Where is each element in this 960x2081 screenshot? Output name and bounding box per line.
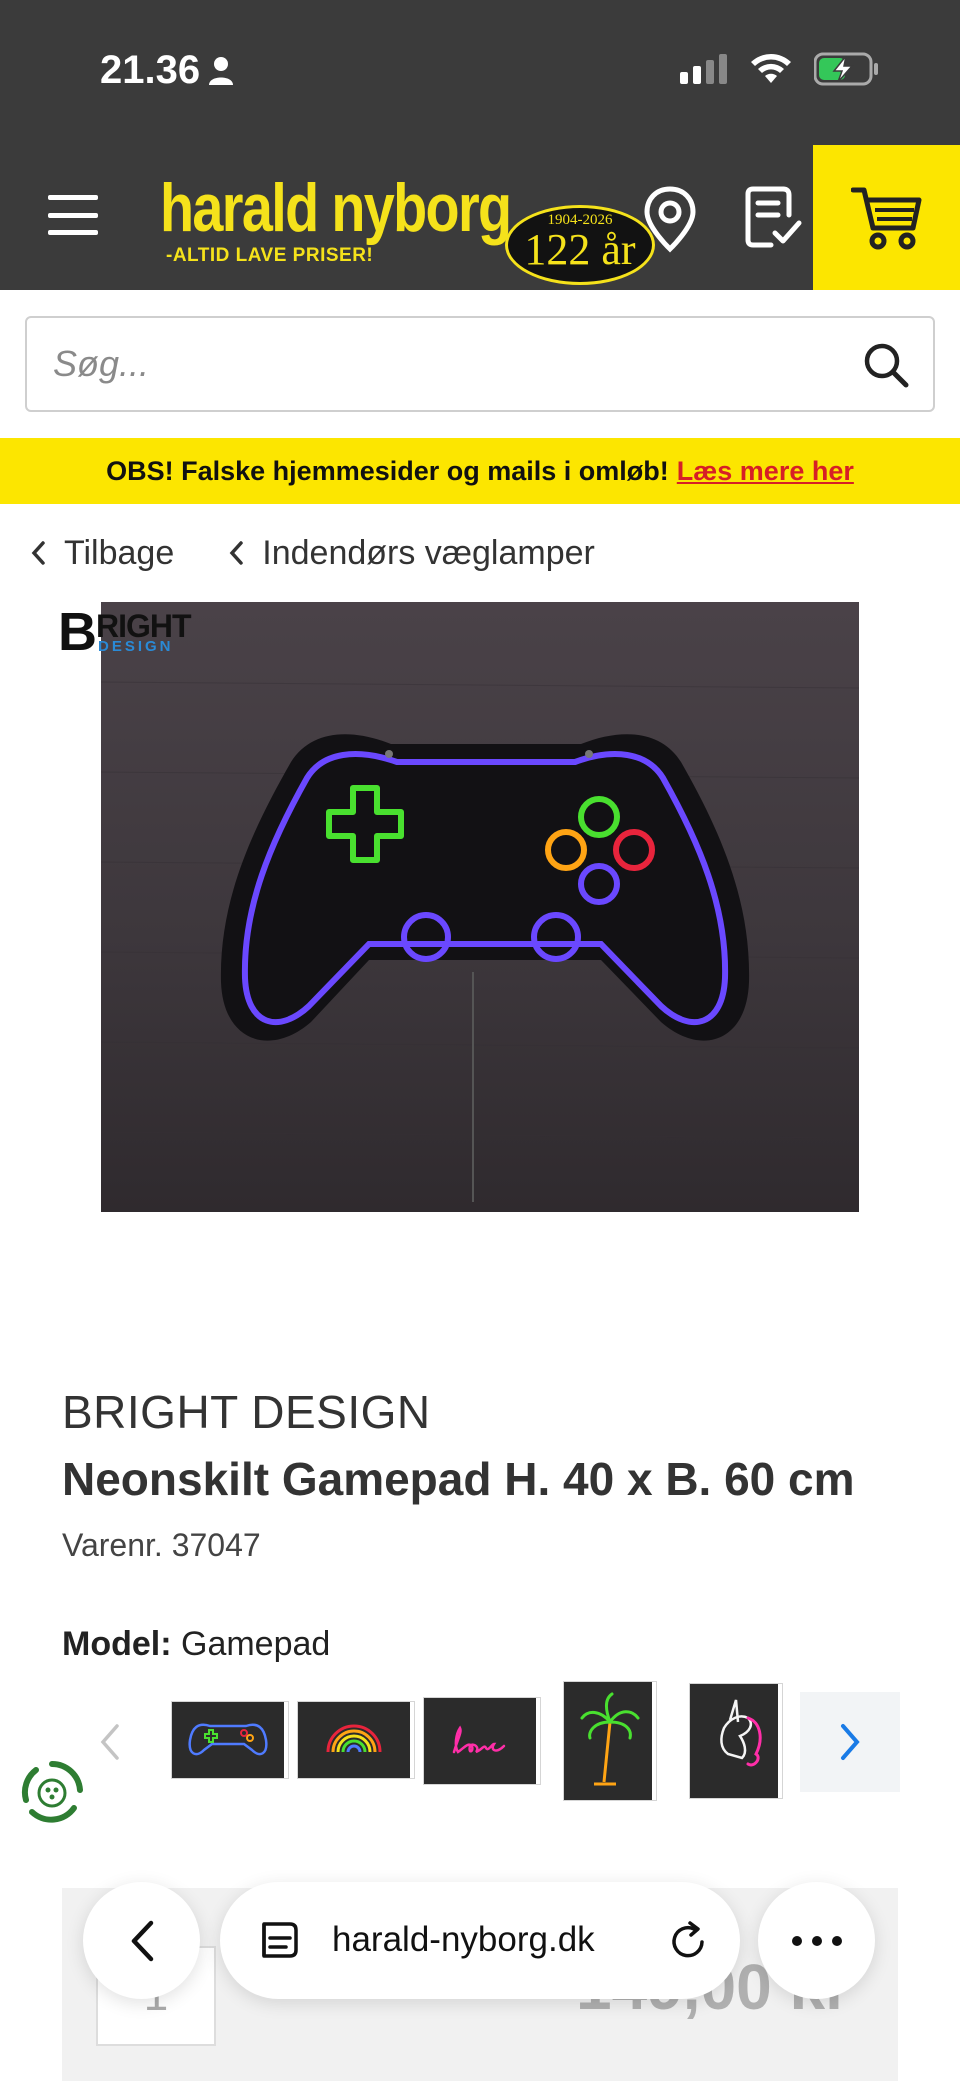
battery-charging-icon <box>814 52 878 86</box>
address-bar[interactable]: harald-nyborg.dk <box>220 1882 740 1999</box>
neon-gamepad-illustration <box>101 681 859 1202</box>
breadcrumb-back[interactable]: Tilbage <box>30 534 174 573</box>
person-icon <box>209 56 234 85</box>
variant-carousel <box>90 1682 900 1800</box>
gamepad-thumb-image <box>188 1723 268 1756</box>
status-time: 21.36 <box>100 48 234 93</box>
breadcrumb-category[interactable]: Indendørs væglamper <box>228 534 595 573</box>
variant-thumb-unicorn[interactable] <box>690 1684 782 1798</box>
logo-letter: B <box>58 602 97 662</box>
reload-icon[interactable] <box>668 1920 710 1962</box>
variant-thumb-gamepad[interactable] <box>172 1702 288 1778</box>
variant-thumb-palm[interactable] <box>564 1682 656 1800</box>
chevron-left-icon <box>131 1920 153 1961</box>
variant-thumb-love[interactable] <box>424 1698 540 1784</box>
browser-back-button[interactable] <box>83 1882 200 1999</box>
anniversary-badge: 1904-2026 122 år <box>505 205 655 285</box>
cellular-signal-icon <box>680 54 727 84</box>
bright-design-logo: B RIGHT DESIGN <box>58 602 218 662</box>
chevron-left-icon <box>31 541 45 565</box>
notice-text: OBS! Falske hjemmesider og mails i omløb… <box>106 455 669 486</box>
status-indicators <box>680 52 880 86</box>
url-text: harald-nyborg.dk <box>332 1920 595 1959</box>
wifi-icon <box>751 54 791 83</box>
search-bar <box>25 316 935 412</box>
recycle-icon[interactable] <box>18 1758 86 1826</box>
carousel-next-button[interactable] <box>800 1692 900 1792</box>
more-dots-icon <box>791 1935 842 1946</box>
variant-thumb-rainbow[interactable] <box>298 1702 414 1778</box>
carousel-prev-button[interactable] <box>90 1712 130 1772</box>
breadcrumb-label: Indendørs væglamper <box>262 533 595 572</box>
clock-text: 21.36 <box>100 48 201 92</box>
chevron-left-icon <box>229 541 244 565</box>
site-header: harald nyborg -ALTID LAVE PRISER! 1904-2… <box>0 145 960 290</box>
model-label: Model: <box>62 1625 172 1663</box>
search-input[interactable] <box>27 318 847 410</box>
top-bar: 21.36 harald nyborg -ALTID LAVE PRISER! <box>0 0 960 290</box>
model-selection: Model: Gamepad <box>62 1625 330 1664</box>
browser-toolbar: harald-nyborg.dk <box>0 1878 960 2008</box>
product-brand[interactable]: BRIGHT DESIGN <box>62 1385 431 1439</box>
shopping-list-icon[interactable] <box>743 185 803 249</box>
love-thumb-image <box>452 1725 506 1754</box>
menu-icon[interactable] <box>48 195 98 235</box>
rainbow-thumb-image <box>326 1724 382 1753</box>
breadcrumb-label: Tilbage <box>64 533 175 572</box>
browser-more-button[interactable] <box>758 1882 875 1999</box>
model-value: Gamepad <box>181 1625 331 1663</box>
unicorn-thumb-image <box>720 1699 762 1767</box>
chevron-right-icon <box>841 1724 860 1760</box>
cart-button[interactable] <box>813 145 960 290</box>
shopping-cart-icon <box>850 187 921 249</box>
palm-thumb-image <box>580 1692 640 1786</box>
product-sku: Varenr. 37047 <box>62 1527 261 1563</box>
product-title: Neonskilt Gamepad H. 40 x B. 60 cm <box>62 1453 855 1505</box>
search-icon[interactable] <box>861 340 911 390</box>
read-more-link[interactable]: Læs mere her <box>677 456 854 487</box>
tab-list-icon <box>262 1922 298 1958</box>
logo-design: DESIGN <box>98 638 174 655</box>
harald-nyborg-logo[interactable]: harald nyborg -ALTID LAVE PRISER! 1904-2… <box>160 169 660 285</box>
chevron-left-icon <box>100 1724 119 1760</box>
location-pin-icon[interactable] <box>640 185 700 253</box>
logo-tagline: -ALTID LAVE PRISER! <box>166 245 374 266</box>
fraud-warning-banner: OBS! Falske hjemmesider og mails i omløb… <box>0 438 960 504</box>
logo-wordmark: harald nyborg <box>160 170 512 246</box>
breadcrumb: Tilbage Indendørs væglamper <box>30 528 649 578</box>
product-image[interactable] <box>101 602 859 1212</box>
badge-number: 122 år <box>524 225 636 274</box>
